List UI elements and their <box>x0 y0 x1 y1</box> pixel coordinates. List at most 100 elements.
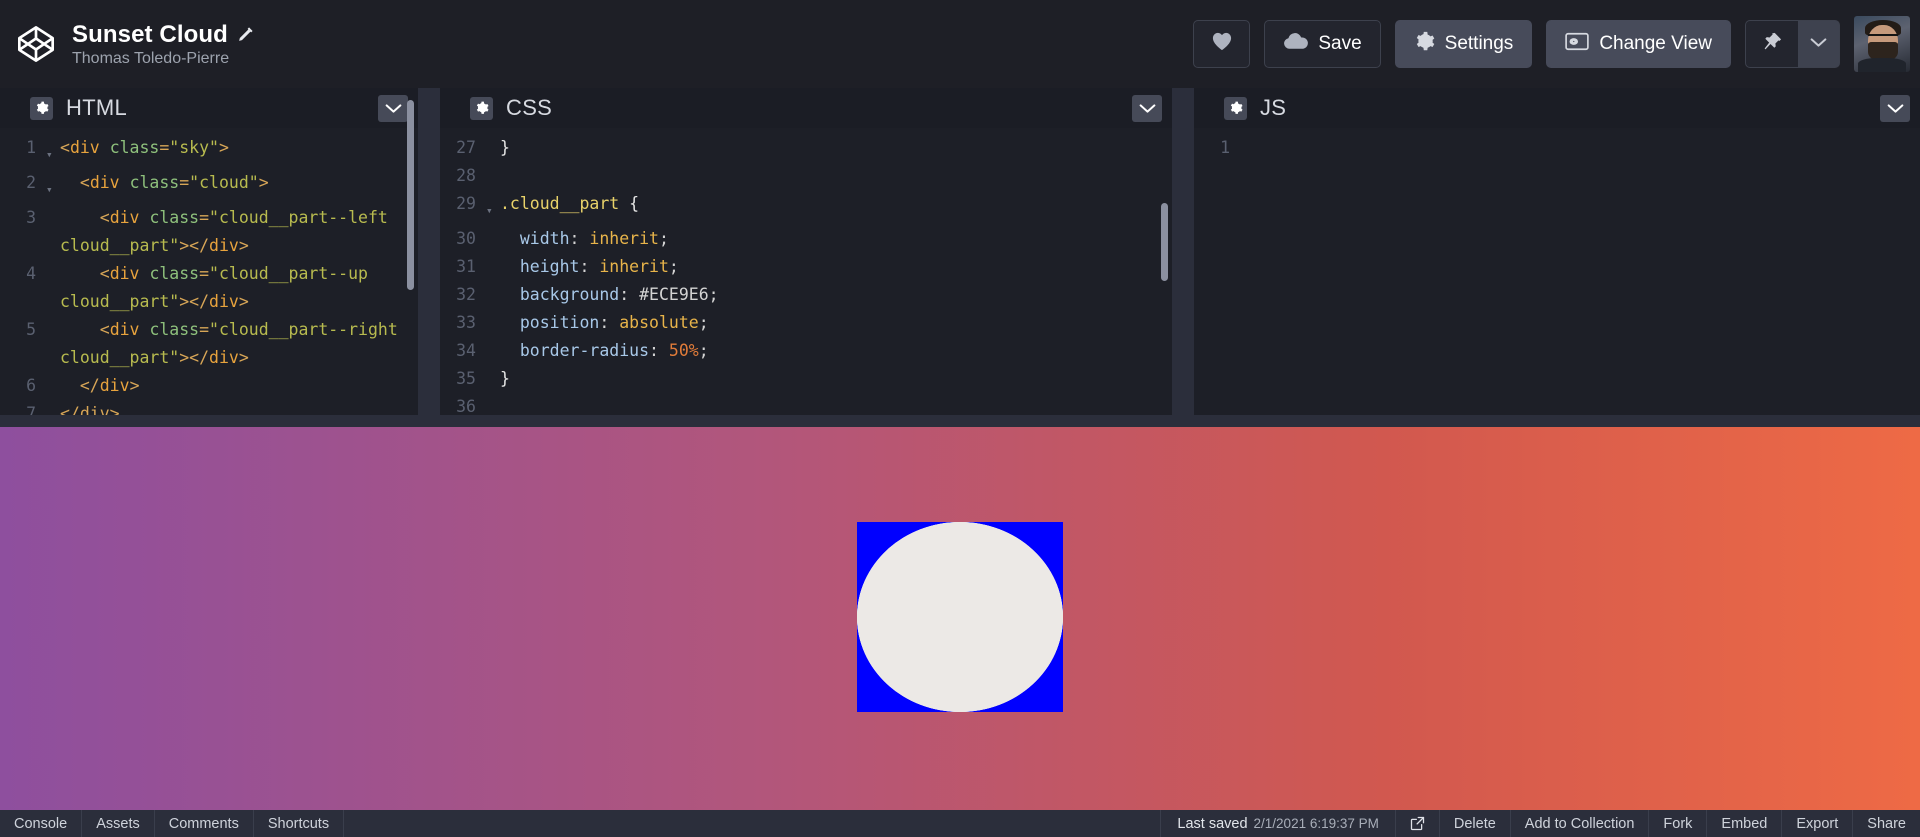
code-line: 30 width: inherit; <box>440 225 1172 253</box>
gear-icon <box>1414 31 1435 58</box>
codepen-logo-icon[interactable] <box>10 18 62 70</box>
fold-marker[interactable]: ▾ <box>46 169 60 204</box>
footer-item-console[interactable]: Console <box>0 810 83 837</box>
pane-divider-1[interactable] <box>418 88 440 415</box>
gear-icon[interactable] <box>1224 96 1247 120</box>
footer-item-share[interactable]: Share <box>1852 810 1920 837</box>
code-text: background: #ECE9E6; <box>519 285 719 304</box>
pencil-icon[interactable] <box>237 26 254 43</box>
footer-item-add-to-collection[interactable]: Add to Collection <box>1509 810 1649 837</box>
code-line: 1 <box>1194 134 1920 162</box>
code-line: 31 height: inherit; <box>440 253 1172 281</box>
fold-marker <box>486 281 500 309</box>
code-line: 36 <box>440 393 1172 415</box>
editor-panes: HTML 1 ▾ <div class="sky"> 2 ▾ <div class="c… <box>0 88 1920 415</box>
change-view-button[interactable]: Change View <box>1546 20 1731 68</box>
line-number: 3 <box>26 208 36 227</box>
code-line: 33 position: absolute; <box>440 309 1172 337</box>
code-line: 2 ▾ <div class="cloud"> <box>0 169 418 204</box>
footer-item-embed[interactable]: Embed <box>1706 810 1781 837</box>
pane-collapse-html[interactable] <box>378 94 408 122</box>
change-view-button-label: Change View <box>1599 33 1712 54</box>
footer-left-items: Console Assets Comments Shortcuts <box>0 810 345 837</box>
editor-scrollbar-html[interactable] <box>407 100 414 290</box>
save-button[interactable]: Save <box>1264 20 1381 68</box>
code-text: } <box>500 138 510 157</box>
cloud-element <box>857 522 1063 712</box>
code-editor-css[interactable]: 27} 28 29 ▾ .cloud__part {30 width: inherit;… <box>440 128 1172 415</box>
fold-marker <box>46 260 60 316</box>
code-text: .cloud__part { <box>500 194 640 213</box>
code-text: height: inherit; <box>519 257 679 276</box>
pane-collapse-css[interactable] <box>1132 94 1162 122</box>
footer-item-comments[interactable]: Comments <box>155 810 254 837</box>
fold-marker <box>486 253 500 281</box>
line-number: 32 <box>456 285 476 304</box>
pen-brand: Sunset Cloud Thomas Toledo-Pierre <box>0 18 254 70</box>
code-line: 6 </div> <box>0 372 418 400</box>
code-text: border-radius: 50%; <box>519 341 709 360</box>
fold-marker[interactable]: ▾ <box>486 190 500 225</box>
footer-item-assets[interactable]: Assets <box>82 810 155 837</box>
save-button-label: Save <box>1318 33 1362 54</box>
heart-icon <box>1211 31 1233 57</box>
code-line: 5 <div class="cloud__part--right cloud__… <box>0 316 418 372</box>
code-line: 1 ▾ <div class="sky"> <box>0 134 418 169</box>
editor-pane-js: JS 1 <box>1194 88 1920 415</box>
code-text: <div class="cloud__part--up cloud__part"… <box>60 264 378 311</box>
fold-marker <box>46 316 60 372</box>
pane-header-css: CSS <box>440 88 1172 128</box>
gear-icon[interactable] <box>470 96 493 120</box>
footer-item-shortcuts[interactable]: Shortcuts <box>254 810 345 837</box>
line-number: 1 <box>26 138 36 157</box>
line-number: 34 <box>456 341 476 360</box>
fold-marker <box>486 162 500 190</box>
pane-collapse-js[interactable] <box>1880 94 1910 122</box>
gear-icon[interactable] <box>30 96 53 120</box>
line-number: 4 <box>26 264 36 283</box>
code-editor-html[interactable]: 1 ▾ <div class="sky"> 2 ▾ <div class="cloud"… <box>0 128 418 415</box>
code-text: width: inherit; <box>519 229 669 248</box>
fold-marker <box>486 365 500 393</box>
settings-button[interactable]: Settings <box>1394 20 1533 68</box>
pane-header-html: HTML <box>0 88 418 128</box>
page-title[interactable]: Sunset Cloud <box>72 21 228 49</box>
sky-element <box>0 427 1920 810</box>
code-line: 34 border-radius: 50%; <box>440 337 1172 365</box>
footer-item-delete[interactable]: Delete <box>1438 810 1510 837</box>
code-line: 7 </div> <box>0 400 418 415</box>
line-number: 31 <box>456 257 476 276</box>
pane-divider-2[interactable] <box>1172 88 1194 415</box>
preview-top-strip <box>0 415 1920 427</box>
editor-scrollbar-css[interactable] <box>1161 203 1168 281</box>
line-number: 35 <box>456 369 476 388</box>
code-text: <div class="cloud"> <box>79 173 269 192</box>
pen-author[interactable]: Thomas Toledo-Pierre <box>72 50 254 68</box>
love-button[interactable] <box>1193 20 1251 68</box>
fold-marker <box>46 204 60 260</box>
code-editor-js[interactable]: 1 <box>1194 128 1920 415</box>
fold-marker <box>486 393 500 415</box>
fold-marker[interactable]: ▾ <box>46 134 60 169</box>
pin-button[interactable] <box>1746 21 1798 67</box>
editor-pane-css: CSS 27} 28 29 ▾ .cloud__part {30 width: inhe… <box>440 88 1172 415</box>
avatar[interactable] <box>1854 16 1910 72</box>
app-header: Sunset Cloud Thomas Toledo-Pierre Save S… <box>0 0 1920 88</box>
pin-dropdown-button[interactable] <box>1798 21 1839 67</box>
code-line: 29 ▾ .cloud__part { <box>440 190 1172 225</box>
cloud-icon <box>1283 32 1309 56</box>
footer-item-fork[interactable]: Fork <box>1648 810 1706 837</box>
code-text: position: absolute; <box>519 313 709 332</box>
preview-pane[interactable] <box>0 427 1920 810</box>
external-link-icon[interactable] <box>1394 810 1439 837</box>
pin-icon <box>1762 31 1783 57</box>
fold-marker <box>46 372 60 400</box>
code-line: 28 <box>440 162 1172 190</box>
code-text: </div> <box>79 376 140 395</box>
line-number: 29 <box>456 194 476 213</box>
line-number: 36 <box>456 397 476 415</box>
footer-item-export[interactable]: Export <box>1781 810 1852 837</box>
fold-marker <box>1240 134 1254 162</box>
line-number: 7 <box>26 404 36 415</box>
line-number: 28 <box>456 166 476 185</box>
